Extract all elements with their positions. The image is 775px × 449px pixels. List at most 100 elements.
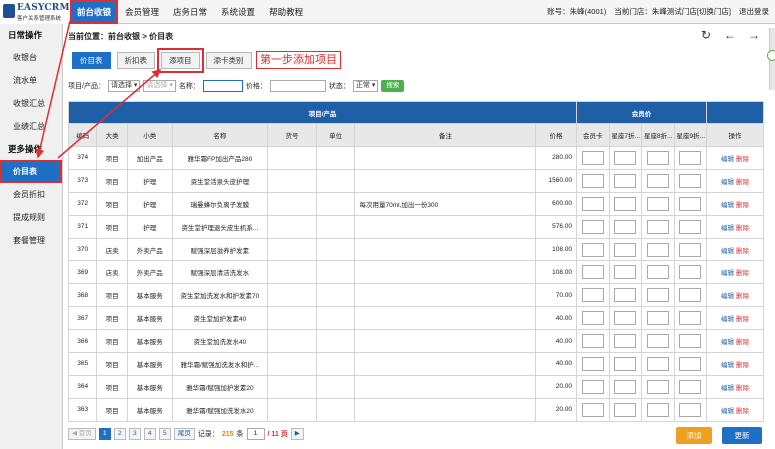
sidebar-item-cashier[interactable]: 收银台 bbox=[0, 46, 62, 69]
member-price-input[interactable] bbox=[614, 173, 637, 188]
page-button[interactable]: 3 bbox=[128, 428, 141, 440]
page-button[interactable]: 5 bbox=[158, 428, 171, 440]
sidebar-item-flow[interactable]: 流水单 bbox=[0, 69, 62, 92]
sidebar-item-performance[interactable]: 业绩汇总 bbox=[0, 115, 62, 138]
member-price-input[interactable] bbox=[679, 150, 702, 165]
member-price-input[interactable] bbox=[679, 219, 702, 234]
edit-link[interactable]: 编辑 bbox=[721, 179, 734, 186]
member-price-input[interactable] bbox=[581, 196, 604, 211]
member-price-input[interactable] bbox=[581, 334, 604, 349]
member-price-input[interactable] bbox=[679, 311, 702, 326]
subcategory-select[interactable]: 请选择 ▾ bbox=[143, 80, 176, 92]
member-price-input[interactable] bbox=[646, 242, 669, 257]
nav-help[interactable]: 帮助教程 bbox=[262, 0, 310, 24]
member-price-input[interactable] bbox=[646, 265, 669, 280]
edit-link[interactable]: 编辑 bbox=[721, 293, 734, 300]
member-price-input[interactable] bbox=[581, 379, 604, 394]
member-price-input[interactable] bbox=[581, 288, 604, 303]
page-number-input[interactable]: 1 bbox=[246, 428, 265, 440]
member-price-input[interactable] bbox=[646, 150, 669, 165]
edit-link[interactable]: 编辑 bbox=[721, 225, 734, 232]
member-price-input[interactable] bbox=[679, 242, 702, 257]
member-price-input[interactable] bbox=[581, 265, 604, 280]
delete-link[interactable]: 删除 bbox=[736, 202, 749, 209]
tab-add-card-type[interactable]: 添卡类别 bbox=[205, 52, 252, 69]
sidebar-item-commission[interactable]: 提成规则 bbox=[0, 206, 62, 229]
edit-link[interactable]: 编辑 bbox=[721, 270, 734, 277]
refresh-icon[interactable]: ↻ bbox=[699, 28, 713, 42]
member-price-input[interactable] bbox=[614, 265, 637, 280]
member-price-input[interactable] bbox=[581, 242, 604, 257]
member-price-input[interactable] bbox=[581, 173, 604, 188]
member-price-input[interactable] bbox=[646, 219, 669, 234]
delete-link[interactable]: 删除 bbox=[736, 225, 749, 232]
refresh-button[interactable]: 更新 bbox=[722, 427, 762, 444]
add-button[interactable]: 添加 bbox=[676, 427, 712, 444]
member-price-input[interactable] bbox=[679, 288, 702, 303]
delete-link[interactable]: 删除 bbox=[736, 179, 749, 186]
edit-link[interactable]: 编辑 bbox=[721, 202, 734, 209]
member-price-input[interactable] bbox=[614, 150, 637, 165]
member-price-input[interactable] bbox=[581, 356, 604, 371]
member-price-input[interactable] bbox=[646, 379, 669, 394]
delete-link[interactable]: 删除 bbox=[736, 339, 749, 346]
delete-link[interactable]: 删除 bbox=[736, 293, 749, 300]
forward-arrow-icon[interactable]: → bbox=[747, 28, 761, 42]
delete-link[interactable]: 删除 bbox=[736, 362, 749, 369]
sidebar-item-cash-summary[interactable]: 收银汇总 bbox=[0, 92, 62, 115]
sidebar-item-package[interactable]: 套餐管理 bbox=[0, 229, 62, 252]
member-price-input[interactable] bbox=[614, 379, 637, 394]
member-price-input[interactable] bbox=[614, 334, 637, 349]
member-price-input[interactable] bbox=[581, 219, 604, 234]
edit-link[interactable]: 编辑 bbox=[721, 316, 734, 323]
tab-price-list[interactable]: 价目表 bbox=[72, 52, 111, 69]
status-select[interactable]: 正常 ▾ bbox=[352, 80, 379, 92]
nav-members[interactable]: 会员管理 bbox=[118, 0, 166, 24]
delete-link[interactable]: 删除 bbox=[736, 408, 749, 415]
edit-link[interactable]: 编辑 bbox=[721, 248, 734, 255]
switch-store-link[interactable]: [切换门店] bbox=[697, 7, 731, 16]
member-price-input[interactable] bbox=[679, 173, 702, 188]
member-price-input[interactable] bbox=[614, 288, 637, 303]
member-price-input[interactable] bbox=[679, 402, 702, 417]
logout-link[interactable]: 退出登录 bbox=[739, 0, 769, 24]
member-price-input[interactable] bbox=[646, 288, 669, 303]
edit-link[interactable]: 编辑 bbox=[721, 362, 734, 369]
member-price-input[interactable] bbox=[581, 311, 604, 326]
delete-link[interactable]: 删除 bbox=[736, 248, 749, 255]
side-scroll-handle[interactable] bbox=[767, 28, 775, 90]
member-price-input[interactable] bbox=[646, 402, 669, 417]
member-price-input[interactable] bbox=[646, 334, 669, 349]
nav-store-daily[interactable]: 店务日常 bbox=[166, 0, 214, 24]
member-price-input[interactable] bbox=[679, 265, 702, 280]
delete-link[interactable]: 删除 bbox=[736, 156, 749, 163]
nav-cashier[interactable]: 前台收银 bbox=[70, 0, 119, 24]
sidebar-item-member-discount[interactable]: 会员折扣 bbox=[0, 183, 62, 206]
member-price-input[interactable] bbox=[614, 402, 637, 417]
member-price-input[interactable] bbox=[581, 150, 604, 165]
edit-link[interactable]: 编辑 bbox=[721, 408, 734, 415]
tab-discount-list[interactable]: 折扣表 bbox=[116, 52, 155, 69]
member-price-input[interactable] bbox=[614, 242, 637, 257]
page-button[interactable]: 4 bbox=[143, 428, 156, 440]
member-price-input[interactable] bbox=[646, 311, 669, 326]
member-price-input[interactable] bbox=[614, 196, 637, 211]
tab-add-item[interactable]: 添项目 bbox=[157, 48, 204, 73]
member-price-input[interactable] bbox=[679, 379, 702, 394]
delete-link[interactable]: 删除 bbox=[736, 270, 749, 277]
member-price-input[interactable] bbox=[646, 173, 669, 188]
member-price-input[interactable] bbox=[679, 356, 702, 371]
member-price-input[interactable] bbox=[679, 196, 702, 211]
member-price-input[interactable] bbox=[614, 356, 637, 371]
edit-link[interactable]: 编辑 bbox=[721, 385, 734, 392]
member-price-input[interactable] bbox=[646, 356, 669, 371]
last-page-button[interactable]: 尾页 bbox=[173, 428, 195, 440]
member-price-input[interactable] bbox=[614, 311, 637, 326]
delete-link[interactable]: 删除 bbox=[736, 316, 749, 323]
delete-link[interactable]: 删除 bbox=[736, 385, 749, 392]
page-button[interactable]: 1 bbox=[98, 428, 111, 440]
search-button[interactable]: 搜索 bbox=[381, 80, 405, 92]
first-page-button[interactable]: ◀ 首页 bbox=[68, 428, 96, 440]
sidebar-item-price-list[interactable]: 价目表 bbox=[0, 160, 62, 183]
member-price-input[interactable] bbox=[679, 334, 702, 349]
